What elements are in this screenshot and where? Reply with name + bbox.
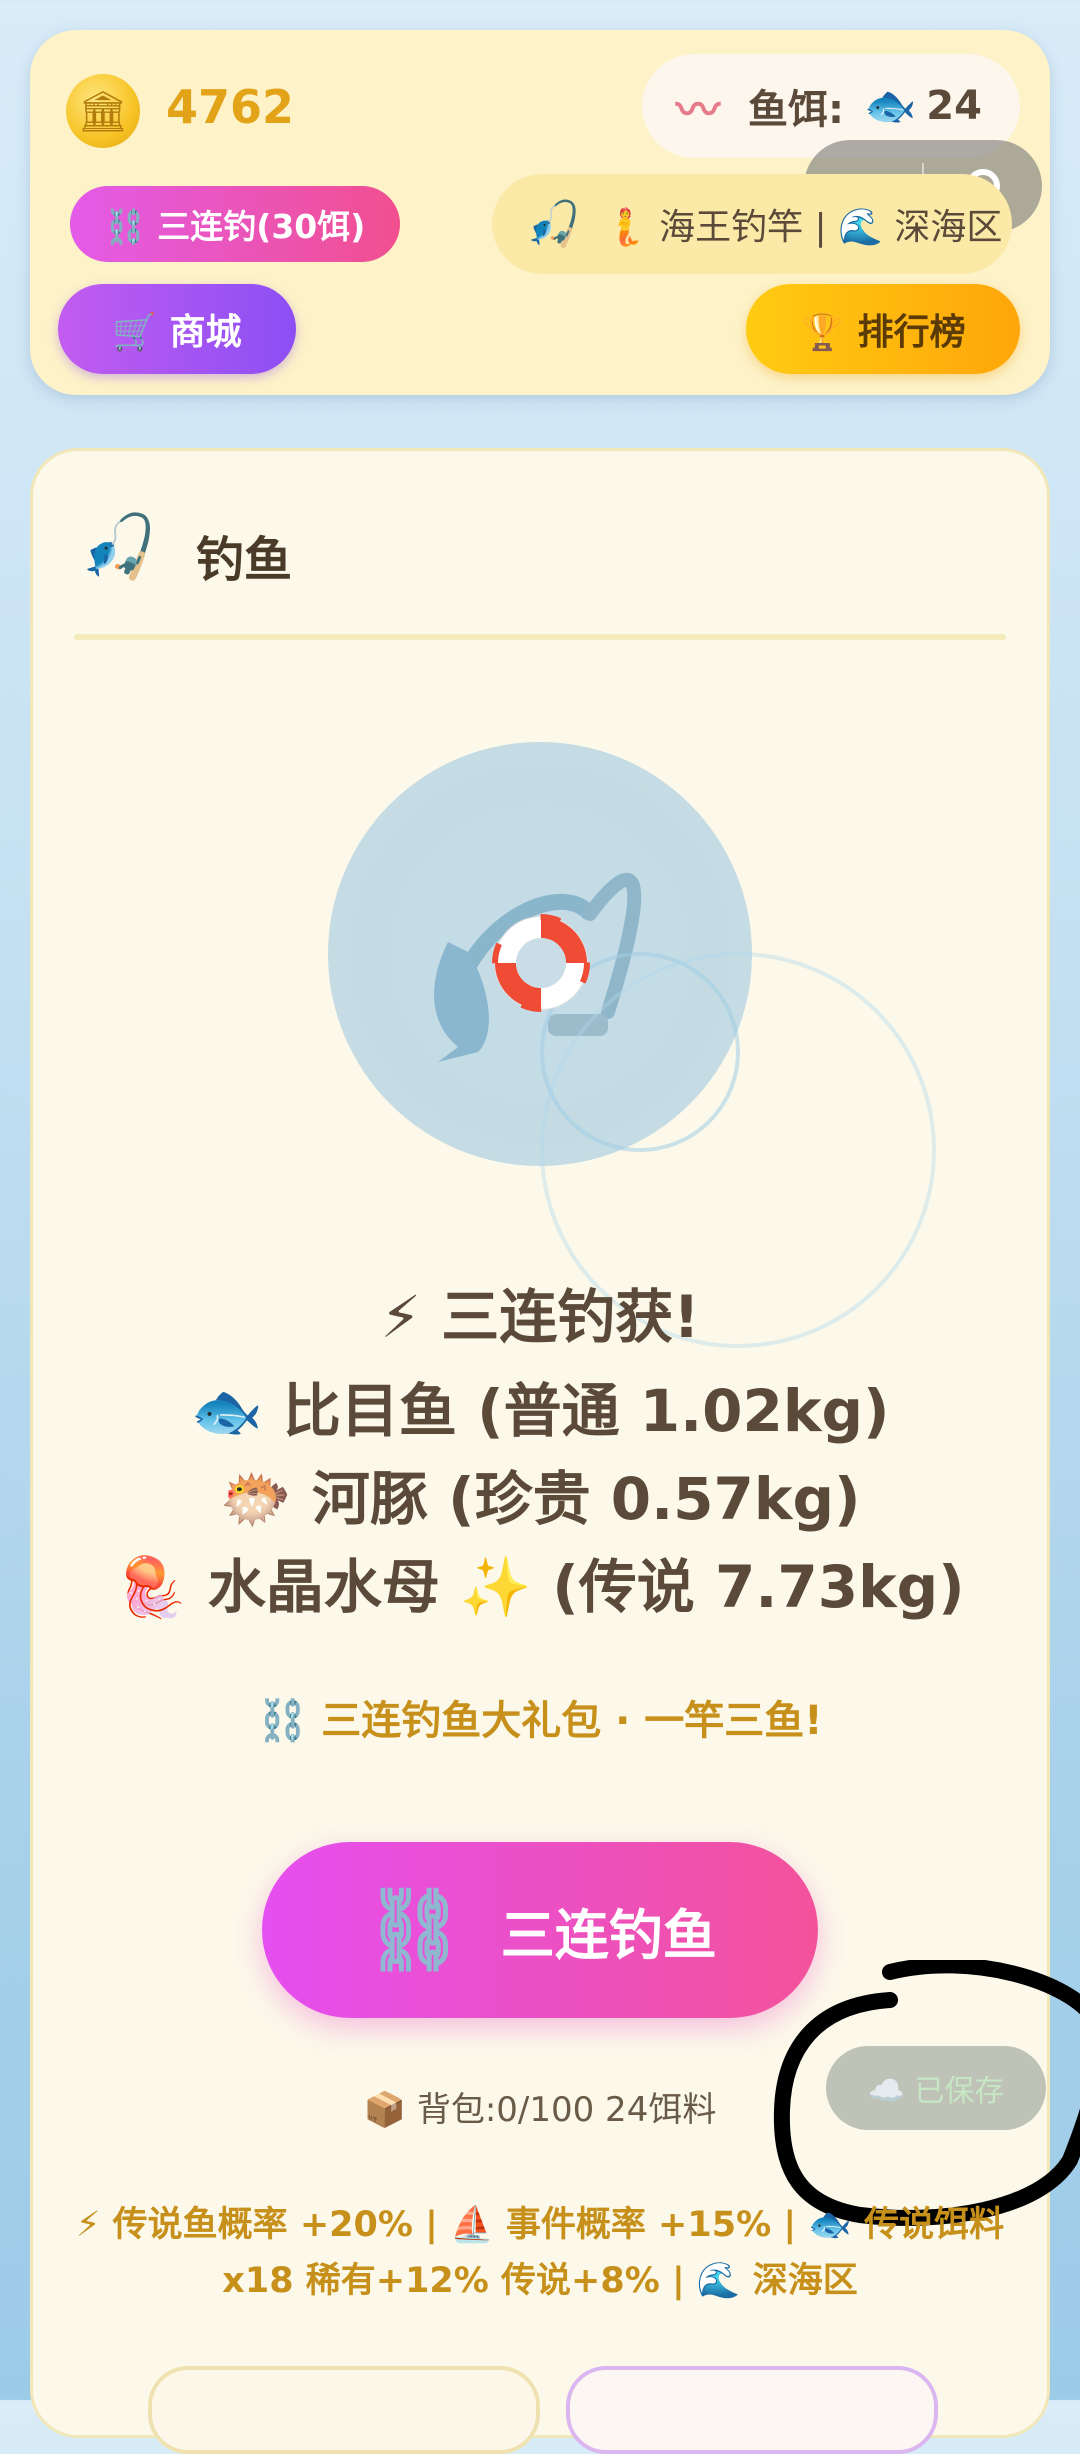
triple-cast-pill[interactable]: ⛓️ 三连钓(30饵) — [70, 186, 400, 262]
bait-count: 24 — [926, 83, 982, 129]
saved-status-badge: ☁️ 已保存 — [826, 2046, 1046, 2130]
triple-cast-button[interactable]: ⛓ 三连钓鱼 — [262, 1842, 818, 2018]
fish-icon: 🐟 — [864, 81, 917, 130]
bait-label: 鱼饵: — [748, 87, 844, 133]
triple-cast-button-label: 三连钓鱼 — [500, 1903, 717, 1967]
catch-result-item: 🐟 比目鱼 (普通 1.02kg) — [190, 1377, 890, 1445]
catch-result-title: ⚡ 三连钓获! — [380, 1283, 700, 1351]
coin-icon: 🏛 — [66, 74, 140, 148]
coin-count: 4762 — [166, 80, 295, 134]
catch-result-item: 🐡 河豚 (珍贵 0.57kg) — [219, 1465, 861, 1533]
chain-icon: ⛓ — [363, 1883, 465, 1976]
catch-result-item: 🪼 水晶水母 ✨ (传说 7.73kg) — [115, 1553, 965, 1621]
shop-button[interactable]: 🛒 商城 — [58, 284, 296, 374]
title-divider — [74, 634, 1006, 640]
bonus-info-line: ⚡ 传说鱼概率 +20% | ⛵ 事件概率 +15% | 🐟 传说饵料 — [75, 2205, 1005, 2245]
fishing-rod-icon: 🎣 — [526, 199, 581, 250]
card-title: 钓鱼 — [196, 532, 293, 588]
rod-info-text: 🧜 海王钓竿 | 🌊 深海区 — [602, 207, 1003, 248]
promo-text: ⛓️ 三连钓鱼大礼包 · 一竿三鱼! — [257, 1698, 823, 1744]
fishing-rod-icon: 🎣 — [80, 510, 158, 583]
ranking-button[interactable]: 🏆 排行榜 — [746, 284, 1020, 374]
bottom-tab-button[interactable] — [566, 2366, 938, 2454]
equipped-rod-info[interactable]: 🎣 🧜 海王钓竿 | 🌊 深海区 — [492, 174, 1012, 274]
lifebuoy-icon — [486, 908, 596, 1018]
bottom-tab-button[interactable] — [148, 2366, 540, 2454]
bonus-info-line: x18 稀有+12% 传说+8% | 🌊 深海区 — [222, 2261, 858, 2301]
worm-icon: 〰 — [676, 85, 720, 136]
